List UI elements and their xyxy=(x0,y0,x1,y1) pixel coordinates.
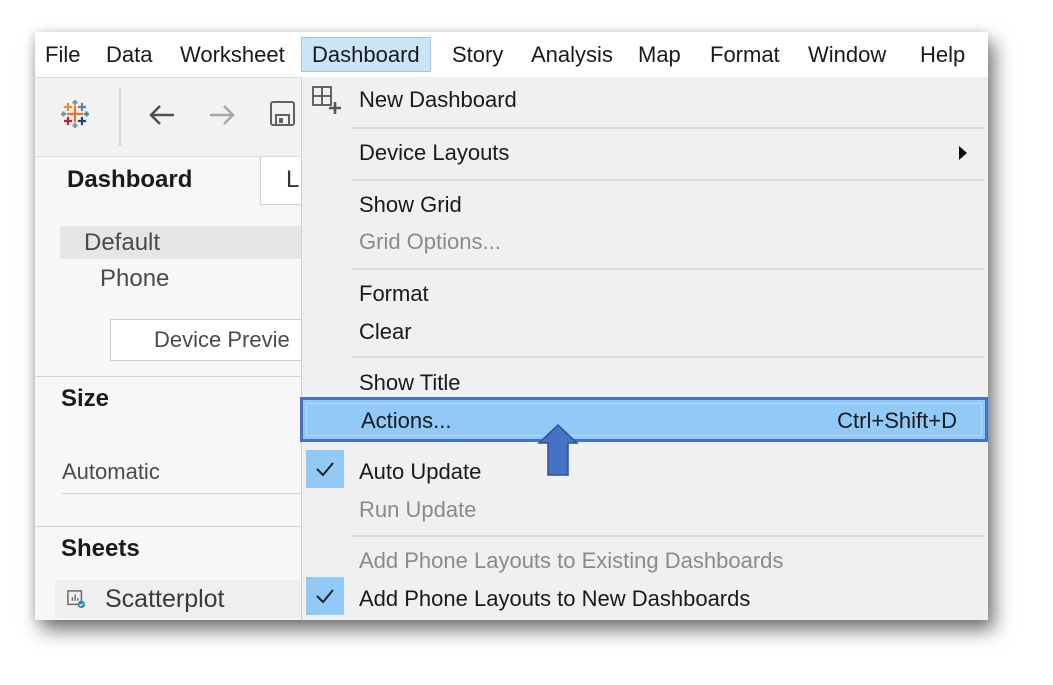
forward-arrow-icon[interactable] xyxy=(207,102,237,128)
menu-analysis[interactable]: Analysis xyxy=(531,39,613,71)
back-arrow-icon[interactable] xyxy=(147,102,177,128)
worksheet-icon xyxy=(67,590,85,608)
device-phone[interactable]: Phone xyxy=(100,262,169,295)
tab-dashboard[interactable]: Dashboard xyxy=(35,157,260,209)
divider xyxy=(35,526,301,527)
menu-help[interactable]: Help xyxy=(920,39,965,71)
menu-item-device-layouts[interactable]: Device Layouts xyxy=(359,140,509,166)
menu-worksheet[interactable]: Worksheet xyxy=(180,39,285,71)
menu-item-auto-update[interactable]: Auto Update xyxy=(359,459,481,485)
menu-story[interactable]: Story xyxy=(452,39,503,71)
menu-separator xyxy=(352,127,984,129)
actions-shortcut: Ctrl+Shift+D xyxy=(837,408,957,433)
dashboard-menu: New Dashboard Device Layouts Show Grid G… xyxy=(300,77,988,620)
annotation-up-arrow-icon xyxy=(537,423,579,476)
menu-item-grid-options: Grid Options... xyxy=(359,229,501,254)
left-pane: Dashboard L Default Phone Device Previe … xyxy=(35,157,330,620)
menu-item-format[interactable]: Format xyxy=(359,281,429,307)
actions-label: Actions... xyxy=(361,408,452,433)
menu-item-show-title[interactable]: Show Title xyxy=(359,370,461,396)
menu-item-clear[interactable]: Clear xyxy=(359,319,412,345)
toolbar-separator xyxy=(119,88,121,146)
sheet-item-stacked-filter[interactable]: Stacked Filter xyxy=(55,619,305,620)
menu-item-add-phone-existing: Add Phone Layouts to Existing Dashboards xyxy=(359,548,784,573)
submenu-arrow-icon xyxy=(959,146,967,160)
divider xyxy=(35,376,301,377)
checkmark-add-phone-new xyxy=(306,577,344,615)
checkmark-auto-update xyxy=(306,450,344,488)
menu-separator xyxy=(352,268,984,270)
sheet-label: Scatterplot xyxy=(105,585,225,613)
menu-dashboard[interactable]: Dashboard xyxy=(301,37,431,72)
checkmark-icon xyxy=(316,462,334,477)
menu-bar: File Data Worksheet Dashboard Story Anal… xyxy=(35,32,988,78)
menu-item-add-phone-new[interactable]: Add Phone Layouts to New Dashboards xyxy=(359,586,750,612)
menu-separator xyxy=(352,356,984,358)
device-default[interactable]: Default xyxy=(60,226,320,259)
menu-item-run-update: Run Update xyxy=(359,497,477,522)
sheet-item-scatterplot[interactable]: Scatterplot xyxy=(55,580,305,618)
menu-map[interactable]: Map xyxy=(638,39,681,71)
save-icon[interactable] xyxy=(269,100,297,128)
menu-file[interactable]: File xyxy=(45,39,80,71)
menu-format[interactable]: Format xyxy=(710,39,780,71)
menu-separator xyxy=(352,535,984,537)
size-dropdown[interactable]: Automatic xyxy=(62,459,160,485)
size-title: Size xyxy=(61,385,110,412)
menu-data[interactable]: Data xyxy=(106,39,152,71)
menu-item-actions[interactable]: Actions... Ctrl+Shift+D xyxy=(300,397,988,442)
menu-window[interactable]: Window xyxy=(808,39,886,71)
app-window: File Data Worksheet Dashboard Story Anal… xyxy=(35,32,988,620)
sheets-title: Sheets xyxy=(61,535,140,562)
menu-item-new-dashboard[interactable]: New Dashboard xyxy=(359,87,517,113)
menu-item-show-grid[interactable]: Show Grid xyxy=(359,192,462,218)
tableau-logo-icon[interactable] xyxy=(61,100,89,128)
checkmark-icon xyxy=(316,589,334,604)
new-dashboard-icon xyxy=(312,86,341,114)
divider xyxy=(62,493,302,494)
menu-separator xyxy=(352,179,984,181)
device-preview-button[interactable]: Device Previe xyxy=(110,319,330,361)
